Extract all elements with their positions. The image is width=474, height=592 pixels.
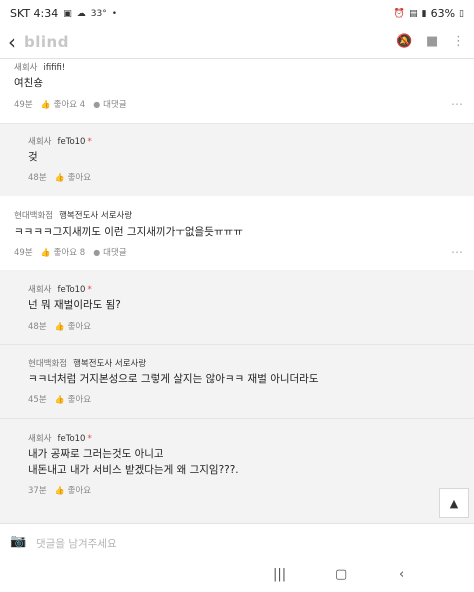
comment-text-line-1: 내가 공짜로 그러는것도 아니고 xyxy=(28,448,164,460)
status-bar: SKT 4:34 ▣ ☁ 33° • ⏰ ▤ ▮ 63% ▯ xyxy=(0,0,474,26)
nickname[interactable]: ifififi! xyxy=(43,63,65,73)
thumbs-up-icon: 👍 xyxy=(54,172,65,182)
comment-footer: 37분 👍 좋아요 xyxy=(28,484,91,497)
nickname[interactable]: 행복전도사 서로사랑 xyxy=(59,211,132,221)
lte-icon: ▤ xyxy=(409,8,418,19)
comment-meta: 새회사 ifififi! xyxy=(14,61,65,73)
comment-footer: 48분 👍 좋아요 xyxy=(28,171,91,184)
temperature: 33° xyxy=(90,8,107,19)
comment-meta: 현대백화점 행복전도사 서로사랑 xyxy=(28,357,146,369)
comment-text: ㅋㅋㅋㅋ그지새끼도 이런 그지새끼가ㅜ없을듯ㅠㅠㅠ xyxy=(14,226,243,238)
thumbs-up-icon: 👍 xyxy=(54,394,65,404)
reply-button[interactable]: ● 대댓글 xyxy=(93,98,126,111)
thumbs-up-icon: 👍 xyxy=(54,321,65,331)
like-button[interactable]: 👍 좋아요 xyxy=(54,320,91,333)
notification-off-icon[interactable]: 🔕 xyxy=(396,34,412,49)
comment-meta: 새회사 feTo10 * xyxy=(28,283,92,295)
comment-time: 45분 xyxy=(28,395,47,405)
comment-text: 겆 xyxy=(28,151,38,163)
weather-icon: ☁ xyxy=(76,8,86,19)
like-button[interactable]: 👍 좋아요 8 xyxy=(40,246,86,259)
author-badge: * xyxy=(87,137,92,147)
signal-icon: ▮ xyxy=(421,8,427,19)
back-icon[interactable]: ‹ xyxy=(8,30,16,54)
recent-apps-icon[interactable]: ||| xyxy=(273,567,286,582)
app-logo: blind xyxy=(24,33,69,51)
replies-block: 새회사 feTo10 * 넌 뭐 재벌이라도 됨? 48분 👍 좋아요 현대백화점 행복… xyxy=(0,270,474,523)
comment: 새회사 ifififi! 여친숑 49분 👍 좋아요 4 ● 대댓글 ⋯ xyxy=(0,59,474,123)
nickname[interactable]: feTo10 xyxy=(57,285,85,295)
dot-icon: • xyxy=(111,8,118,19)
thumbs-up-icon: 👍 xyxy=(54,485,65,495)
company-name: 새회사 xyxy=(14,63,38,73)
gallery-icon: ▣ xyxy=(63,8,72,19)
thumbs-up-icon: 👍 xyxy=(40,99,51,109)
like-button[interactable]: 👍 좋아요 xyxy=(54,484,91,497)
comment-time: 49분 xyxy=(14,100,33,110)
thumbs-up-icon: 👍 xyxy=(40,247,51,257)
company-name: 현대백화점 xyxy=(28,359,68,369)
camera-icon[interactable]: 📷 xyxy=(10,534,26,549)
comment-input-bar: 📷 댓글을 남겨주세요 xyxy=(0,523,474,562)
company-name: 새회사 xyxy=(28,285,52,295)
system-nav-bar: ||| ▢ ‹ xyxy=(0,561,474,592)
battery-icon: ▯ xyxy=(459,8,464,19)
comment-footer: 45분 👍 좋아요 xyxy=(28,393,91,406)
comment-footer: 48분 👍 좋아요 xyxy=(28,320,91,333)
author-badge: * xyxy=(87,434,92,444)
comment-time: 49분 xyxy=(14,248,33,258)
nickname[interactable]: feTo10 xyxy=(57,434,85,444)
comment-more-icon[interactable]: ⋯ xyxy=(451,245,464,259)
author-badge: * xyxy=(87,285,92,295)
comment-text: 여친숑 xyxy=(14,77,43,89)
comment-meta: 현대백화점 행복전도사 서로사랑 xyxy=(14,209,132,221)
comment-time: 48분 xyxy=(28,173,47,183)
comment-input[interactable]: 댓글을 남겨주세요 xyxy=(36,536,117,551)
like-button[interactable]: 👍 좋아요 xyxy=(54,171,91,184)
company-name: 새회사 xyxy=(28,434,52,444)
comment-footer: 49분 👍 좋아요 8 ● 대댓글 xyxy=(14,246,127,259)
like-button[interactable]: 👍 좋아요 xyxy=(54,393,91,406)
nickname[interactable]: 행복전도사 서로사랑 xyxy=(73,359,146,369)
carrier-time: SKT 4:34 xyxy=(10,7,59,20)
app-bar: ‹ blind 🔕 ■ ⋮ xyxy=(0,26,474,58)
reply-button[interactable]: ● 대댓글 xyxy=(93,246,126,259)
comment-footer: 49분 👍 좋아요 4 ● 대댓글 xyxy=(14,98,127,111)
caret-up-icon: ▲ xyxy=(449,496,459,510)
comment-more-icon[interactable]: ⋯ xyxy=(451,97,464,111)
company-name: 새회사 xyxy=(28,137,52,147)
reply-comment: 새회사 feTo10 * 겆 48분 👍 좋아요 xyxy=(0,124,474,196)
back-nav-icon[interactable]: ‹ xyxy=(399,567,404,582)
reply-icon: ● xyxy=(93,99,101,109)
comment-meta: 새회사 feTo10 * xyxy=(28,432,92,444)
comment: 현대백화점 행복전도사 서로사랑 ㅋㅋㅋㅋ그지새끼도 이런 그지새끼가ㅜ없을듯ㅠㅠ… xyxy=(0,196,474,270)
battery-level: 63% xyxy=(430,7,456,20)
comment-meta: 새회사 feTo10 * xyxy=(28,135,92,147)
company-name: 현대백화점 xyxy=(14,211,54,221)
comment-text: ㅋㅋ너처럼 거지본성으로 그렇게 살지는 않아ㅋㅋ 재벌 아니더라도 xyxy=(28,373,319,385)
comment-text-line-2: 내돈내고 내가 서비스 받겠다는게 왜 그지임???. xyxy=(28,464,239,476)
like-button[interactable]: 👍 좋아요 4 xyxy=(40,98,86,111)
comment-time: 48분 xyxy=(28,322,47,332)
reply-icon: ● xyxy=(93,247,101,257)
comment-text: 넌 뭐 재벌이라도 됨? xyxy=(28,299,121,311)
alarm-icon: ⏰ xyxy=(393,8,406,19)
home-icon[interactable]: ▢ xyxy=(335,567,347,582)
scroll-to-top-button[interactable]: ▲ xyxy=(439,488,469,518)
more-menu-icon[interactable]: ⋮ xyxy=(452,34,465,49)
comment-time: 37분 xyxy=(28,486,47,496)
nickname[interactable]: feTo10 xyxy=(57,137,85,147)
bookmark-icon[interactable]: ■ xyxy=(426,34,438,49)
